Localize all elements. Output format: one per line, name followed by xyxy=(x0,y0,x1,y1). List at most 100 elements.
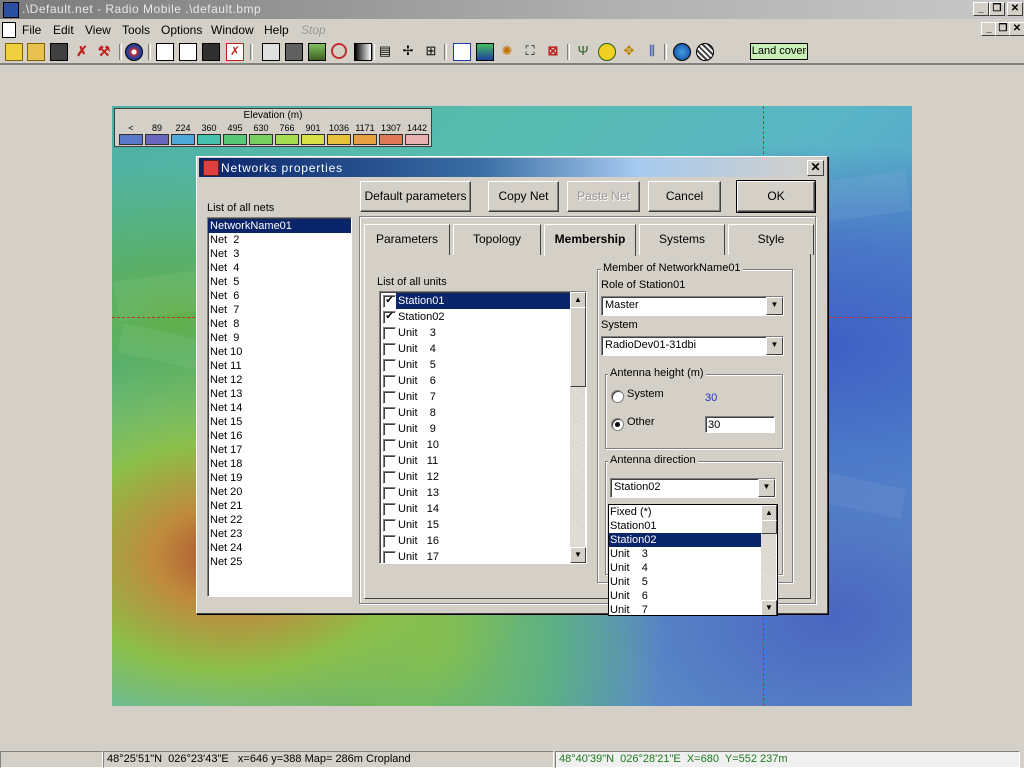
map-properties-icon[interactable] xyxy=(156,43,174,61)
route-icon[interactable]: ✥ xyxy=(621,43,637,59)
net-list-item[interactable]: Net 22 xyxy=(208,513,351,527)
paste-icon[interactable] xyxy=(285,43,303,61)
unit-checkbox[interactable] xyxy=(383,359,396,372)
net-list-item[interactable]: Net 4 xyxy=(208,261,351,275)
copy-net-button[interactable]: Copy Net xyxy=(488,181,559,212)
unit-checkbox[interactable] xyxy=(383,503,396,516)
net-list-item[interactable]: Net 20 xyxy=(208,485,351,499)
net-list-item[interactable]: Net 15 xyxy=(208,415,351,429)
role-select[interactable]: Master ▼ xyxy=(601,296,784,316)
scroll-thumb[interactable] xyxy=(761,520,777,534)
document-icon[interactable] xyxy=(2,22,16,38)
menu-edit[interactable]: Edit xyxy=(53,23,74,37)
unit-checkbox[interactable] xyxy=(383,487,396,500)
sun-icon[interactable] xyxy=(598,43,616,61)
unit-list-item[interactable]: Unit 9 xyxy=(380,421,570,437)
menu-help[interactable]: Help xyxy=(264,23,289,37)
unit-list-item[interactable]: Unit 6 xyxy=(380,373,570,389)
unit-list-item[interactable]: Unit 7 xyxy=(380,389,570,405)
nets-list[interactable]: NetworkName01 Net 2 Net 3 Net 4 Net 5 Net 6 Ne… xyxy=(207,217,352,597)
grayscale-icon[interactable] xyxy=(354,43,372,61)
menu-options[interactable]: Options xyxy=(161,23,202,37)
unit-list-item[interactable]: Unit 4 xyxy=(380,341,570,357)
unit-checkbox[interactable] xyxy=(383,327,396,340)
net-list-item[interactable]: Net 23 xyxy=(208,527,351,541)
close-button[interactable]: ✕ xyxy=(1007,2,1023,16)
menu-tools[interactable]: Tools xyxy=(122,23,150,37)
unit-checkbox[interactable] xyxy=(383,391,396,404)
net-list-item[interactable]: Net 11 xyxy=(208,359,351,373)
unit-list-item[interactable]: Unit 17 xyxy=(380,549,570,563)
system-height-radio[interactable] xyxy=(611,390,624,403)
window-icon[interactable] xyxy=(453,43,471,61)
unit-list-item[interactable]: Unit 10 xyxy=(380,437,570,453)
unit-list-item[interactable]: Unit 8 xyxy=(380,405,570,421)
dialog-close-button[interactable]: ✕ xyxy=(807,160,824,176)
land-cover-button[interactable]: Land cover xyxy=(750,43,808,60)
net-list-item[interactable]: Net 3 xyxy=(208,247,351,261)
direction-option[interactable]: Unit 3 xyxy=(609,547,761,561)
crosshair-icon[interactable]: ✢ xyxy=(400,43,416,59)
unit-list-item[interactable]: Unit 14 xyxy=(380,501,570,517)
chevron-down-icon[interactable]: ▼ xyxy=(766,337,783,355)
web-icon[interactable] xyxy=(696,43,714,61)
net-list-item[interactable]: Net 13 xyxy=(208,387,351,401)
net-list-item[interactable]: Net 2 xyxy=(208,233,351,247)
direction-option[interactable]: Fixed (*) xyxy=(609,505,761,519)
unit-checkbox[interactable]: ✔ xyxy=(383,295,396,308)
dropdown-scrollbar[interactable]: ▲ ▼ xyxy=(761,505,777,615)
unit-icon[interactable]: ⚒ xyxy=(96,43,112,59)
unit-checkbox[interactable] xyxy=(383,343,396,356)
unit-checkbox[interactable] xyxy=(383,551,396,563)
tab-style[interactable]: Style xyxy=(728,224,814,255)
unit-list-item[interactable]: Unit 3 xyxy=(380,325,570,341)
unit-list-item[interactable]: Unit 12 xyxy=(380,469,570,485)
net-list-item[interactable]: Net 21 xyxy=(208,499,351,513)
paste-net-button[interactable]: Paste Net xyxy=(567,181,640,212)
net-list-item[interactable]: Net 12 xyxy=(208,373,351,387)
unit-list-item[interactable]: ✔ Station02 xyxy=(380,309,570,325)
unit-list-item[interactable]: Unit 5 xyxy=(380,357,570,373)
unit-checkbox[interactable] xyxy=(383,471,396,484)
units-list[interactable]: ✔ Station01 ✔ Station02 Unit 3 Unit 4 Unit 5 Un… xyxy=(379,291,587,564)
tab-systems[interactable]: Systems xyxy=(639,224,725,255)
net-list-item[interactable]: Net 17 xyxy=(208,443,351,457)
net-list-item[interactable]: Net 16 xyxy=(208,429,351,443)
net-list-item[interactable]: Net 25 xyxy=(208,555,351,569)
save-picture-icon[interactable] xyxy=(202,43,220,61)
menu-view[interactable]: View xyxy=(85,23,111,37)
antenna-direction-select[interactable]: Station02 ▼ xyxy=(610,478,776,498)
net-list-item[interactable]: Net 19 xyxy=(208,471,351,485)
net-list-item[interactable]: Net 6 xyxy=(208,289,351,303)
net-list-item[interactable]: NetworkName01 xyxy=(208,219,351,233)
antenna-direction-dropdown[interactable]: Fixed (*) Station01 Station02 Unit 3 Unit 4U… xyxy=(608,504,778,616)
antenna-icon[interactable]: Ψ xyxy=(575,43,591,59)
scroll-down-icon[interactable]: ▼ xyxy=(761,600,777,615)
save-icon[interactable] xyxy=(50,43,68,61)
histogram-icon[interactable]: ⫼ xyxy=(644,43,660,59)
direction-option[interactable]: Station01 xyxy=(609,519,761,533)
network-icon[interactable]: ✗ xyxy=(74,43,90,59)
unit-checkbox[interactable] xyxy=(383,519,396,532)
ok-button[interactable]: OK xyxy=(736,180,816,213)
unit-checkbox[interactable] xyxy=(383,439,396,452)
scroll-up-icon[interactable]: ▲ xyxy=(761,505,777,521)
scroll-thumb[interactable] xyxy=(570,307,586,387)
copy-icon[interactable] xyxy=(262,43,280,61)
direction-option[interactable]: Unit 7 xyxy=(609,603,761,615)
tab-membership[interactable]: Membership xyxy=(544,224,636,256)
system-select[interactable]: RadioDev01-31dbi ▼ xyxy=(601,336,784,356)
system-height-radio-label[interactable]: System xyxy=(627,388,664,400)
terrain-icon[interactable] xyxy=(308,43,326,61)
chevron-down-icon[interactable]: ▼ xyxy=(766,297,783,315)
direction-option[interactable]: Unit 6 xyxy=(609,589,761,603)
net-list-item[interactable]: Net 5 xyxy=(208,275,351,289)
net-list-item[interactable]: Net 24 xyxy=(208,541,351,555)
unit-list-item[interactable]: Unit 11 xyxy=(380,453,570,469)
other-height-radio-label[interactable]: Other xyxy=(627,416,655,428)
other-height-input[interactable]: 30 xyxy=(705,416,775,433)
unit-list-item[interactable]: ✔ Station01 xyxy=(380,293,570,309)
unit-list-item[interactable]: Unit 16 xyxy=(380,533,570,549)
minimize-button[interactable]: _ xyxy=(973,2,989,16)
net-list-item[interactable]: Net 18 xyxy=(208,457,351,471)
